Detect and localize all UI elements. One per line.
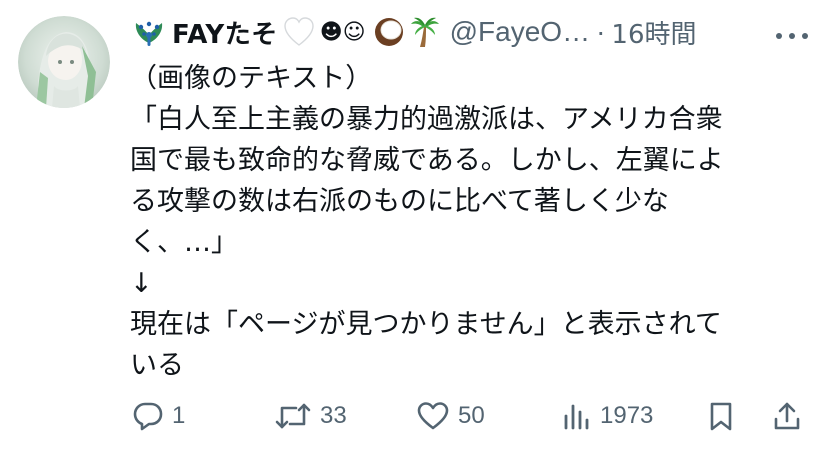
smiley-emojis: ☻☺ (319, 19, 366, 45)
repost-count: 33 (320, 402, 347, 429)
views-button[interactable]: 1973 (562, 394, 653, 438)
separator-dot: · (596, 16, 606, 47)
tweet-header: FAYたそ ☻☺ @FayeO… · 16時間 (132, 10, 822, 54)
repost-icon (274, 400, 312, 432)
tweet-text-line: る攻撃の数は右派のものに比べて著しく少な (130, 186, 669, 217)
tweet-text-line: く、…」 (130, 227, 238, 258)
tweet-text-line: いる (130, 350, 184, 381)
tweet-text-line: 「白人至上主義の暴力的過激派は、アメリカ合衆 (130, 104, 723, 135)
white-heart-emoji (282, 15, 316, 49)
like-count: 50 (458, 402, 485, 429)
views-icon (562, 400, 592, 432)
peacock-emoji (132, 15, 166, 49)
more-dots-icon[interactable] (774, 26, 810, 39)
avatar[interactable] (18, 16, 110, 108)
action-bar: 1 33 50 1973 (130, 394, 810, 438)
share-button[interactable] (772, 394, 802, 438)
display-name[interactable]: FAYたそ (172, 14, 278, 51)
user-handle[interactable]: @FayeO… (450, 16, 590, 48)
heart-icon (416, 400, 450, 432)
reply-button[interactable]: 1 (132, 394, 185, 438)
tweet-text-line: ↓ (130, 268, 153, 299)
avatar-image (18, 16, 110, 108)
repost-button[interactable]: 33 (274, 394, 347, 438)
palm-tree-emoji (408, 15, 442, 49)
reply-icon (132, 400, 164, 432)
tweet-text: （画像のテキスト） 「白人至上主義の暴力的過激派は、アメリカ合衆 国で最も致命的… (130, 58, 810, 386)
bookmark-button[interactable] (708, 394, 734, 438)
bookmark-icon (708, 400, 734, 432)
like-button[interactable]: 50 (416, 394, 485, 438)
timestamp[interactable]: 16時間 (611, 14, 696, 51)
tweet-text-line: 現在は「ページが見つかりません」と表示されて (130, 309, 722, 340)
view-count: 1973 (600, 402, 654, 429)
tweet-text-line: 国で最も致命的な脅威である。しかし、左翼によ (130, 145, 724, 176)
share-icon (772, 400, 802, 432)
coconut-emoji (372, 15, 406, 49)
reply-count: 1 (172, 402, 186, 429)
tweet-text-line: （画像のテキスト） (130, 63, 373, 94)
tweet: FAYたそ ☻☺ @FayeO… · 16時間 （画像のテキスト） 「白人至上主… (0, 0, 828, 456)
